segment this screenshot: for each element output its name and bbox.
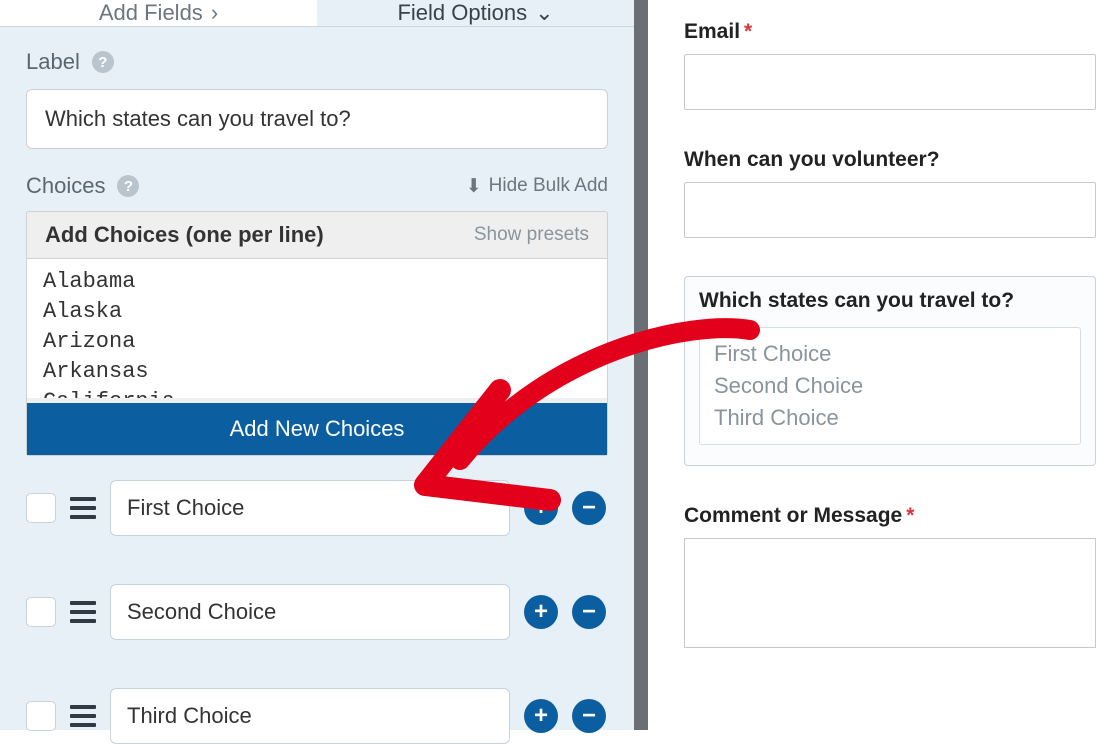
field-label: Which states can you travel to? (699, 289, 1081, 313)
drag-handle-icon[interactable] (70, 497, 96, 519)
preview-choice: Third Choice (714, 402, 1066, 434)
choice-row: + − (0, 664, 634, 744)
choice-input[interactable] (110, 480, 510, 536)
form-preview: Email* When can you volunteer? Which sta… (648, 0, 1116, 730)
preview-comment-field: Comment or Message* (684, 504, 1096, 648)
remove-choice-icon[interactable]: − (572, 699, 606, 733)
bulk-heading: Add Choices (one per line) (45, 222, 324, 248)
remove-choice-icon[interactable]: − (572, 491, 606, 525)
choices-header: Choices ? ⬇ Hide Bulk Add (0, 173, 634, 199)
drag-handle-icon[interactable] (70, 601, 96, 623)
dropdown-preview[interactable]: First Choice Second Choice Third Choice (699, 327, 1081, 445)
required-asterisk: * (906, 504, 914, 527)
field-label: When can you volunteer? (684, 148, 1096, 172)
add-choice-icon[interactable]: + (524, 699, 558, 733)
choice-row: + − (0, 560, 634, 640)
chevron-down-icon: ⌄ (535, 0, 553, 26)
tab-label: Add Fields (99, 0, 203, 26)
section-title: Label (26, 49, 80, 75)
required-asterisk: * (744, 20, 752, 43)
label-section: Label ? (0, 27, 634, 149)
field-options-panel: Add Fields › Field Options ⌄ Label ? Cho… (0, 0, 648, 730)
preview-volunteer-field: When can you volunteer? (684, 148, 1096, 238)
tab-field-options[interactable]: Field Options ⌄ (317, 0, 634, 26)
comment-textarea[interactable] (684, 538, 1096, 648)
default-checkbox[interactable] (26, 597, 56, 627)
choice-input[interactable] (110, 584, 510, 640)
field-label: Email (684, 20, 740, 43)
bulk-choices-textarea[interactable] (27, 258, 607, 398)
section-title: Choices (26, 173, 105, 199)
add-choice-icon[interactable]: + (524, 491, 558, 525)
email-input[interactable] (684, 54, 1096, 110)
add-choice-icon[interactable]: + (524, 595, 558, 629)
field-label: Comment or Message (684, 504, 902, 527)
help-icon[interactable]: ? (117, 175, 139, 197)
tab-add-fields[interactable]: Add Fields › (0, 0, 317, 26)
help-icon[interactable]: ? (92, 51, 114, 73)
default-checkbox[interactable] (26, 493, 56, 523)
choice-row: + − (0, 456, 634, 536)
hide-bulk-add-toggle[interactable]: ⬇ Hide Bulk Add (466, 175, 608, 198)
toggle-label: Hide Bulk Add (489, 175, 608, 197)
chevron-right-icon: › (211, 0, 218, 26)
choice-input[interactable] (110, 688, 510, 744)
download-icon: ⬇ (466, 175, 482, 198)
add-new-choices-button[interactable]: Add New Choices (27, 403, 607, 455)
bulk-add-box: Add Choices (one per line) Show presets … (26, 211, 608, 456)
remove-choice-icon[interactable]: − (572, 595, 606, 629)
preview-choice: First Choice (714, 338, 1066, 370)
panel-tabs: Add Fields › Field Options ⌄ (0, 0, 634, 27)
drag-handle-icon[interactable] (70, 705, 96, 727)
default-checkbox[interactable] (26, 701, 56, 731)
preview-choice: Second Choice (714, 370, 1066, 402)
preview-email-field: Email* (684, 20, 1096, 110)
field-label-input[interactable] (26, 89, 608, 149)
preview-states-field: Which states can you travel to? First Ch… (684, 276, 1096, 466)
tab-label: Field Options (397, 0, 527, 26)
show-presets-link[interactable]: Show presets (474, 224, 589, 246)
volunteer-input[interactable] (684, 182, 1096, 238)
